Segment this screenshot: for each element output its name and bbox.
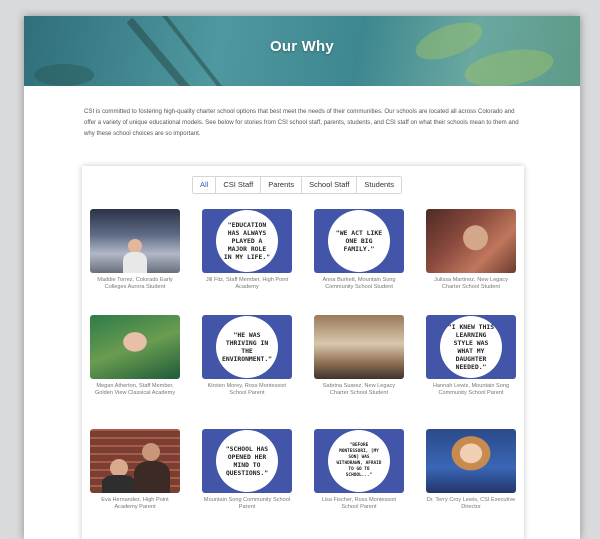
story-caption: Hannah Lewis, Mountain Song Community Sc… — [432, 383, 510, 396]
filter-tab-school-staff[interactable]: School Staff — [302, 177, 358, 193]
photo-thumbnail[interactable] — [90, 315, 180, 379]
filter-tab-csi-staff[interactable]: CSI Staff — [216, 177, 262, 193]
story-caption: Mountain Song Community School Parent — [203, 497, 291, 510]
quote-thumbnail[interactable]: "Before Montessori, [my son] was withdra… — [314, 429, 404, 493]
quote-thumbnail[interactable]: "Education has always played a major rol… — [202, 209, 292, 273]
story-card[interactable]: Dr. Terry Croy Lewis, CSI Executive Dire… — [426, 429, 516, 511]
hero-banner: Our Why — [24, 16, 580, 86]
stories-gallery: All CSI Staff Parents School Staff Students … — [82, 166, 524, 539]
story-card[interactable]: Eva Hernandez, High Point Academy Parent — [90, 429, 180, 511]
story-card[interactable]: Sabrina Suarez, New Legacy Charter Schoo… — [314, 315, 404, 397]
filter-tab-all[interactable]: All — [193, 177, 217, 193]
story-caption: Eva Hernandez, High Point Academy Parent — [101, 497, 169, 510]
filter-tabs: All CSI Staff Parents School Staff Students — [192, 176, 403, 194]
filter-tab-students[interactable]: Students — [357, 177, 402, 193]
photo-thumbnail[interactable] — [90, 429, 180, 493]
story-caption: Dr. Terry Croy Lewis, CSI Executive Dire… — [426, 497, 516, 510]
quote-thumbnail[interactable]: "I knew this learning style was what my … — [426, 315, 516, 379]
quote-text: "We act like one big family." — [335, 229, 383, 253]
story-caption: Julissa Martinez, New Legacy Charter Sch… — [434, 277, 508, 290]
quote-text: "I knew this learning style was what my … — [447, 323, 495, 371]
story-card[interactable]: Maddie Torrez, Colorado Early Colleges A… — [90, 209, 180, 291]
page-title: Our Why — [270, 38, 334, 55]
quote-thumbnail[interactable]: "He was thriving in the environment." — [202, 315, 292, 379]
story-card[interactable]: "Education has always played a major rol… — [202, 209, 292, 291]
quote-text: "Education has always played a major rol… — [223, 221, 271, 261]
photo-thumbnail[interactable] — [426, 209, 516, 273]
story-card[interactable]: Megan Atherton, Staff Member, Golden Vie… — [90, 315, 180, 397]
story-caption: Megan Atherton, Staff Member, Golden Vie… — [94, 383, 176, 396]
quote-thumbnail[interactable]: "School has opened her mind to questions… — [202, 429, 292, 493]
story-caption: Kirsten Morey, Ross Montessori School Pa… — [207, 383, 287, 396]
story-card[interactable]: Julissa Martinez, New Legacy Charter Sch… — [426, 209, 516, 291]
quote-text: "He was thriving in the environment." — [222, 331, 273, 363]
story-caption: Jill Fitz, Staff Member, High Point Acad… — [205, 277, 289, 290]
quote-text: "Before Montessori, [my son] was withdra… — [336, 443, 382, 478]
story-card[interactable]: "Before Montessori, [my son] was withdra… — [314, 429, 404, 511]
photo-thumbnail[interactable] — [90, 209, 180, 273]
story-caption: Lisa Fischer, Ross Montessori School Par… — [321, 497, 397, 510]
story-caption: Anna Burkett, Mountain Song Community Sc… — [322, 277, 396, 290]
story-card[interactable]: "We act like one big family." Anna Burket… — [314, 209, 404, 291]
intro-text: CSI is committed to fostering high-quali… — [84, 108, 519, 137]
story-card[interactable]: "I knew this learning style was what my … — [426, 315, 516, 397]
quote-text: "School has opened her mind to questions… — [225, 445, 269, 477]
page: Our Why CSI is committed to fostering hi… — [24, 16, 580, 539]
story-caption: Sabrina Suarez, New Legacy Charter Schoo… — [322, 383, 396, 396]
quote-thumbnail[interactable]: "We act like one big family." — [314, 209, 404, 273]
photo-thumbnail[interactable] — [314, 315, 404, 379]
filter-tab-parents[interactable]: Parents — [261, 177, 303, 193]
story-caption: Maddie Torrez, Colorado Early Colleges A… — [97, 277, 173, 290]
photo-thumbnail[interactable] — [426, 429, 516, 493]
story-card[interactable]: "He was thriving in the environment." Kir… — [202, 315, 292, 397]
story-card[interactable]: "School has opened her mind to questions… — [202, 429, 292, 511]
